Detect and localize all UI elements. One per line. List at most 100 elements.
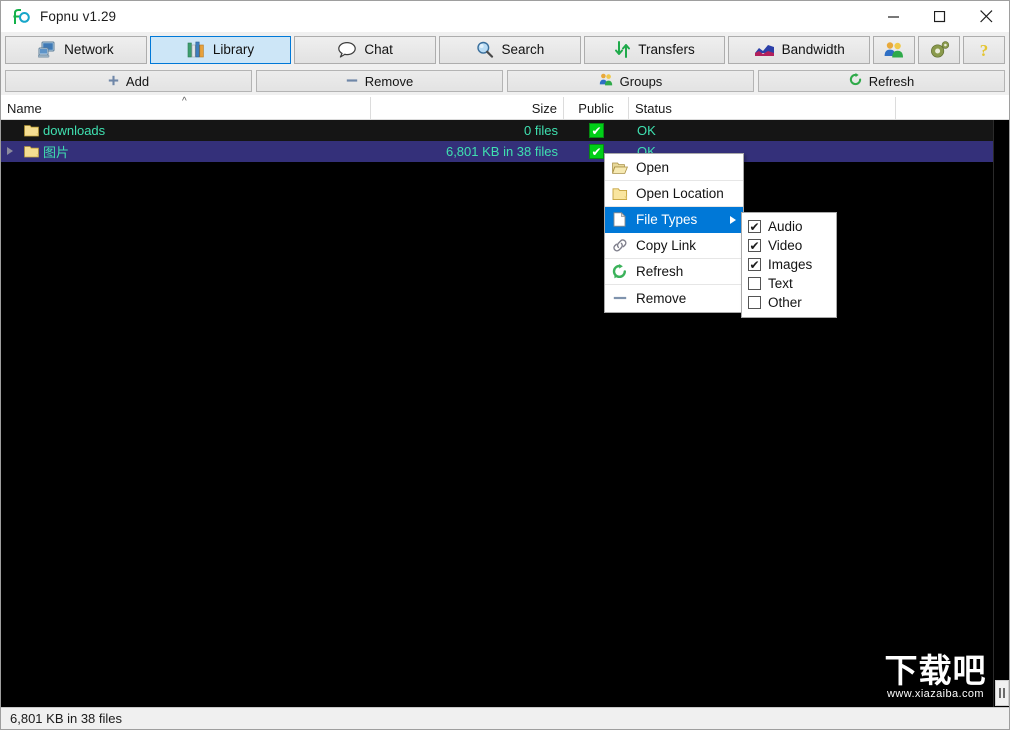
folder-icon <box>611 185 628 202</box>
menu-item-open[interactable]: Open <box>605 155 743 181</box>
submenu-item-video[interactable]: ✔ Video <box>742 236 836 255</box>
file-types-submenu[interactable]: ✔ Audio ✔ Video ✔ Images Text Other <box>741 212 837 318</box>
expand-arrow-icon[interactable] <box>7 147 13 155</box>
tab-label: Chat <box>364 42 393 57</box>
fopnu-logo-icon <box>11 7 31 27</box>
menu-item-remove[interactable]: Remove <box>605 285 743 311</box>
fopnu-window: Fopnu v1.29 Network Library Chat Search … <box>0 0 1010 730</box>
area-chart-icon <box>754 42 775 58</box>
tab-settings[interactable] <box>918 35 961 64</box>
table-header: Name ^ Size Public Status <box>1 97 1009 120</box>
window-title: Fopnu v1.29 <box>40 9 117 24</box>
tab-transfers[interactable]: Transfers <box>583 35 726 64</box>
gear-settings-icon <box>929 40 950 59</box>
menu-item-label: File Types <box>636 212 698 227</box>
action-label: Groups <box>619 73 663 89</box>
public-checkbox-checked[interactable]: ✔ <box>589 144 604 159</box>
action-label: Refresh <box>868 73 915 89</box>
action-label: Remove <box>364 73 414 89</box>
tab-label: Bandwidth <box>781 42 845 57</box>
groups-icon <box>599 73 613 89</box>
menu-item-file-types[interactable]: File Types <box>605 207 743 233</box>
public-checkbox-checked[interactable]: ✔ <box>589 123 604 138</box>
submenu-item-other[interactable]: Other <box>742 293 836 312</box>
refresh-icon <box>849 73 862 89</box>
row-name: downloads <box>43 123 106 138</box>
title-bar: Fopnu v1.29 <box>1 1 1009 32</box>
menu-item-refresh[interactable]: Refresh <box>605 259 743 285</box>
checkbox-text[interactable] <box>748 277 761 290</box>
tab-label: Search <box>501 42 545 57</box>
submenu-item-label: Text <box>768 276 793 291</box>
file-page-icon <box>611 211 628 228</box>
checkbox-images[interactable]: ✔ <box>748 258 761 271</box>
menu-item-label: Open Location <box>636 186 724 201</box>
close-button[interactable] <box>963 1 1009 32</box>
tab-label: Library <box>212 42 255 57</box>
menu-item-open-location[interactable]: Open Location <box>605 181 743 207</box>
context-menu[interactable]: Open Open Location File Types Copy Link … <box>604 153 744 313</box>
minus-icon <box>346 74 358 89</box>
tab-chat[interactable]: Chat <box>294 35 437 64</box>
speech-bubble-icon <box>337 41 357 58</box>
status-bar: 6,801 KB in 38 files <box>1 707 1009 729</box>
checkbox-other[interactable] <box>748 296 761 309</box>
column-label: Status <box>635 100 672 116</box>
tab-users[interactable] <box>873 35 916 64</box>
library-action-bar: Add Remove Groups Refresh <box>1 67 1009 95</box>
add-button[interactable]: Add <box>5 70 252 92</box>
submenu-item-label: Images <box>768 257 813 272</box>
table-row[interactable]: 图片 6,801 KB in 38 files ✔ OK <box>1 141 1009 162</box>
minimize-button[interactable] <box>871 1 917 32</box>
svg-text:?: ? <box>980 41 989 59</box>
link-chain-icon <box>611 237 628 254</box>
tab-search[interactable]: Search <box>439 35 581 64</box>
books-library-icon <box>187 41 206 58</box>
scrollbar-thumb[interactable] <box>995 680 1009 706</box>
submenu-item-label: Other <box>768 295 802 310</box>
column-label: Size <box>531 100 557 116</box>
refresh-button[interactable]: Refresh <box>758 70 1005 92</box>
folder-icon <box>24 145 39 158</box>
folder-icon <box>24 124 39 137</box>
refresh-icon <box>611 263 628 280</box>
plus-icon <box>108 74 119 89</box>
remove-button[interactable]: Remove <box>256 70 503 92</box>
row-status: OK <box>637 123 656 138</box>
menu-item-label: Refresh <box>636 264 684 279</box>
submenu-item-audio[interactable]: ✔ Audio <box>742 217 836 236</box>
column-header-size[interactable]: Size <box>371 97 564 119</box>
tab-label: Network <box>64 42 114 57</box>
action-label: Add <box>125 73 150 89</box>
maximize-button[interactable] <box>917 1 963 32</box>
up-down-arrows-icon <box>614 41 631 58</box>
menu-item-copy-link[interactable]: Copy Link <box>605 233 743 259</box>
scrollbar-grip-icon <box>999 688 1005 698</box>
magnifier-icon <box>475 41 494 58</box>
table-row[interactable]: downloads 0 files ✔ OK <box>1 120 993 141</box>
tab-bandwidth[interactable]: Bandwidth <box>728 35 871 64</box>
tab-library[interactable]: Library <box>149 35 292 64</box>
row-size: 6,801 KB in 38 files <box>445 144 558 159</box>
submenu-item-images[interactable]: ✔ Images <box>742 255 836 274</box>
checkbox-video[interactable]: ✔ <box>748 239 761 252</box>
column-header-status[interactable]: Status <box>629 97 896 119</box>
status-bar-text: 6,801 KB in 38 files <box>10 711 123 726</box>
groups-button[interactable]: Groups <box>507 70 754 92</box>
column-label: Public <box>578 100 614 116</box>
users-group-icon <box>883 41 905 59</box>
tab-network[interactable]: Network <box>5 35 147 64</box>
column-header-public[interactable]: Public <box>564 97 629 119</box>
tab-label: Transfers <box>638 42 695 57</box>
vertical-scrollbar[interactable] <box>993 120 1009 707</box>
submenu-item-text[interactable]: Text <box>742 274 836 293</box>
sort-ascending-icon: ^ <box>182 96 187 107</box>
question-help-icon: ? <box>976 41 992 59</box>
row-public-cell: ✔ <box>564 120 629 141</box>
menu-item-label: Open <box>636 160 670 175</box>
library-file-list[interactable]: downloads 0 files ✔ OK 图片 6,801 KB in 38… <box>1 120 1009 707</box>
menu-item-label: Remove <box>636 290 687 306</box>
checkbox-audio[interactable]: ✔ <box>748 220 761 233</box>
tab-help[interactable]: ? <box>963 35 1006 64</box>
computer-network-icon <box>38 41 57 58</box>
